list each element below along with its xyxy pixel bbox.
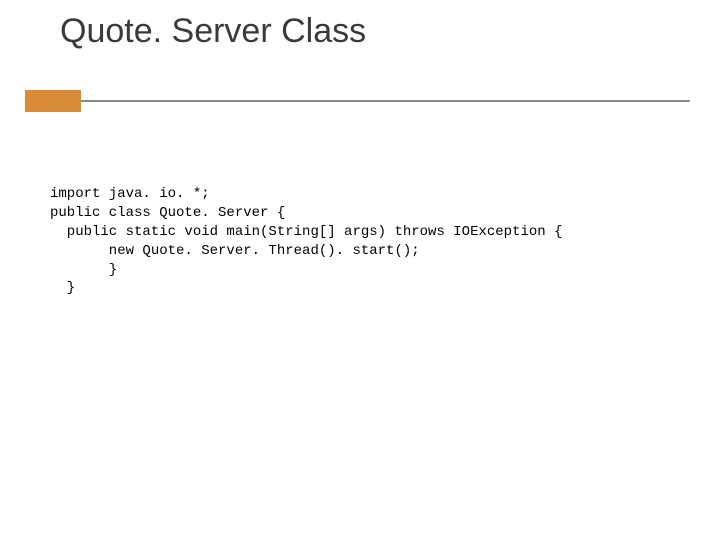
code-line: } — [50, 280, 75, 296]
code-line: new Quote. Server. Thread(). start(); — [50, 243, 420, 259]
code-line: } — [50, 262, 117, 278]
code-line: public class Quote. Server { — [50, 205, 285, 221]
rule-accent-block — [25, 90, 81, 112]
slide: Quote. Server Class import java. io. *; … — [0, 0, 720, 540]
code-line: import java. io. *; — [50, 186, 210, 202]
rule-line — [81, 100, 690, 102]
code-block: import java. io. *; public class Quote. … — [50, 185, 680, 298]
title-rule — [0, 90, 720, 98]
page-title: Quote. Server Class — [60, 12, 366, 51]
code-line: public static void main(String[] args) t… — [50, 224, 562, 240]
